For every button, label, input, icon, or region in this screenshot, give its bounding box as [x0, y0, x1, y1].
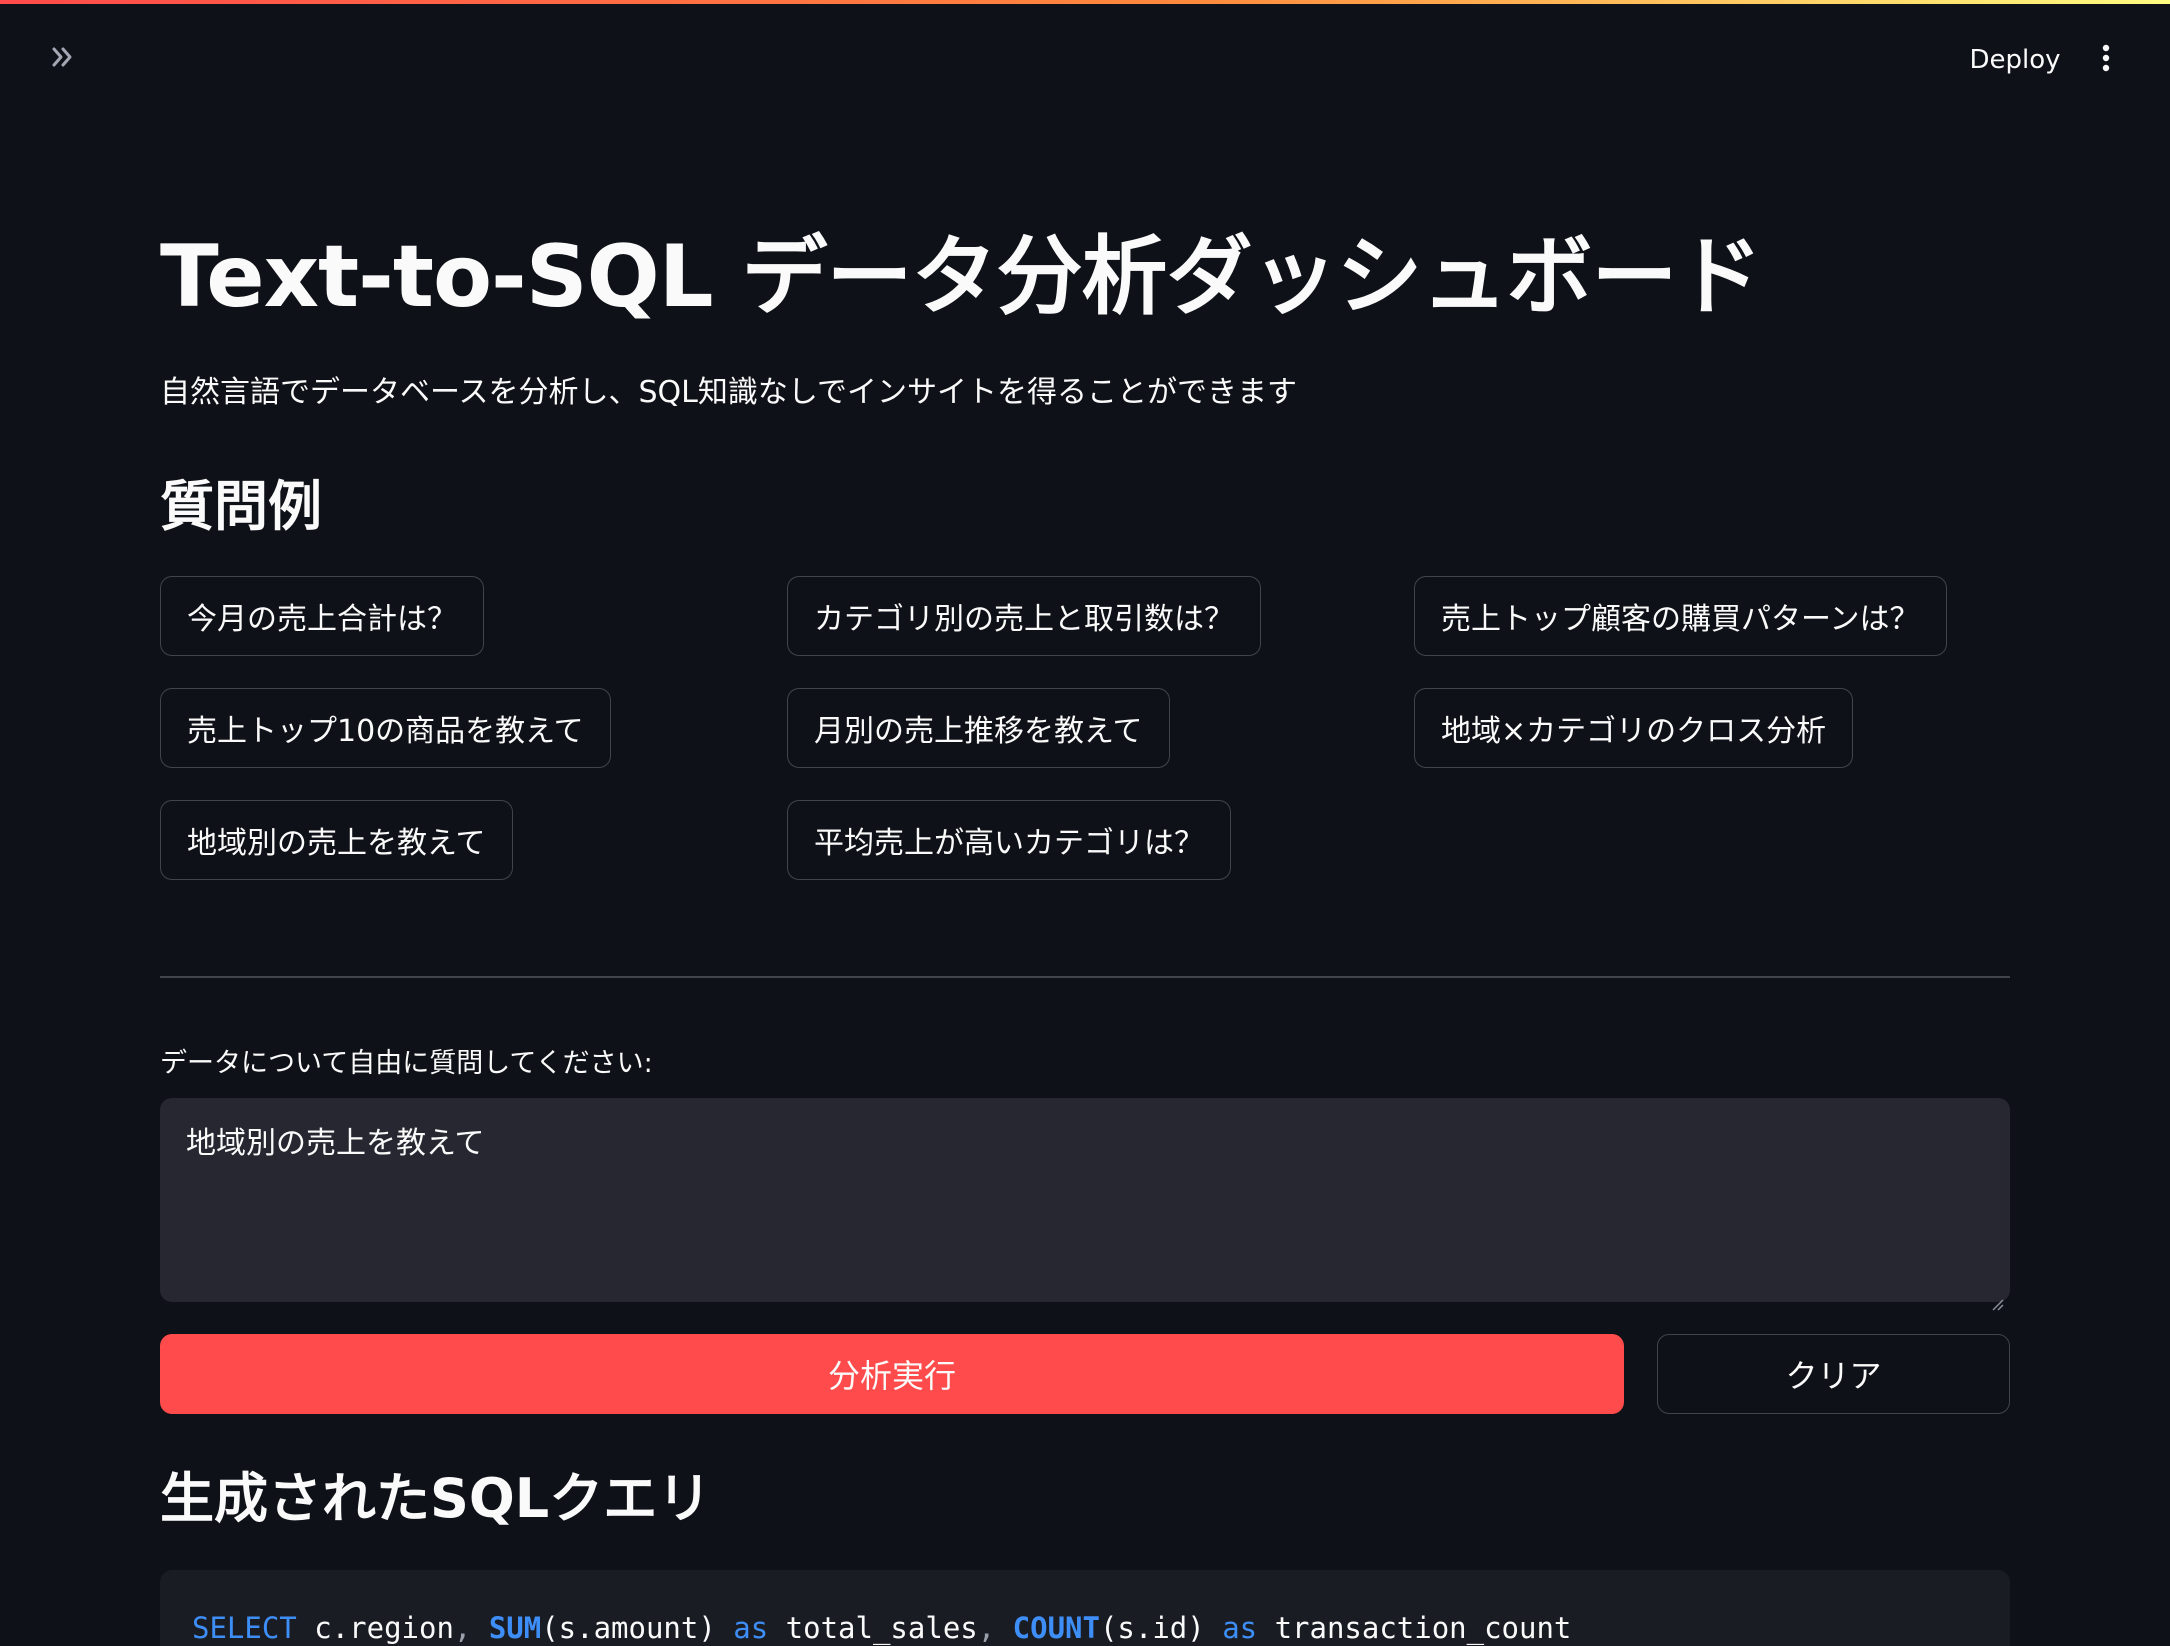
page-subtitle: 自然言語でデータベースを分析し、SQL知識なしでインサイトを得ることができます: [160, 375, 1297, 410]
sql-keyword: as: [1204, 1611, 1258, 1645]
sql-keyword: as: [715, 1611, 769, 1645]
sql-function: SUM: [471, 1611, 542, 1645]
example-button[interactable]: 今月の売上合計は？: [160, 576, 484, 656]
sql-identifier: transaction_count: [1257, 1611, 1572, 1645]
example-button[interactable]: 地域別の売上を教えて: [160, 800, 513, 880]
example-button[interactable]: 月別の売上推移を教えて: [787, 688, 1170, 768]
sql-keyword: SELECT: [192, 1611, 297, 1645]
sql-argument: (s.amount): [541, 1611, 716, 1645]
resize-handle-icon[interactable]: [1990, 1282, 2004, 1311]
example-button[interactable]: カテゴリ別の売上と取引数は？: [787, 576, 1261, 656]
sql-argument: (s.id): [1099, 1611, 1205, 1645]
double-chevron-right-icon: [48, 42, 78, 76]
examples-heading: 質問例: [160, 475, 322, 538]
question-textarea-value: 地域別の売上を教えて: [186, 1126, 485, 1161]
sql-function: COUNT: [995, 1611, 1100, 1645]
question-input-label: データについて自由に質問してください:: [160, 1048, 653, 1079]
example-button[interactable]: 売上トップ10の商品を教えて: [160, 688, 611, 768]
sidebar-toggle-button[interactable]: [46, 42, 80, 76]
main-menu-button[interactable]: [2088, 40, 2124, 80]
generated-sql-heading: 生成されたSQLクエリ: [160, 1467, 712, 1530]
example-button[interactable]: 売上トップ顧客の購買パターンは？: [1414, 576, 1947, 656]
app-page: Deploy Text-to-SQL データ分析ダッシュボード 自然言語でデータ…: [0, 0, 2170, 1646]
sql-punctuation: ,: [453, 1611, 472, 1645]
sql-identifier: c.region: [296, 1611, 454, 1645]
deploy-button[interactable]: Deploy: [1960, 40, 2070, 80]
vertical-ellipsis-icon: [2101, 43, 2111, 77]
sql-code-line: SELECT c.region, SUM(s.amount) as total_…: [192, 1606, 1571, 1646]
example-button[interactable]: 平均売上が高いカテゴリは？: [787, 800, 1231, 880]
sql-code-block: SELECT c.region, SUM(s.amount) as total_…: [160, 1570, 2010, 1646]
sql-punctuation: ,: [977, 1611, 996, 1645]
sql-identifier: total_sales: [768, 1611, 978, 1645]
section-divider: [160, 976, 2010, 978]
page-title: Text-to-SQL データ分析ダッシュボード: [160, 227, 1763, 327]
clear-button[interactable]: クリア: [1657, 1334, 2010, 1414]
example-button[interactable]: 地域×カテゴリのクロス分析: [1414, 688, 1854, 768]
question-textarea[interactable]: 地域別の売上を教えて: [160, 1098, 2010, 1311]
top-decoration-bar: [0, 0, 2170, 4]
run-analysis-button[interactable]: 分析実行: [160, 1334, 1624, 1414]
